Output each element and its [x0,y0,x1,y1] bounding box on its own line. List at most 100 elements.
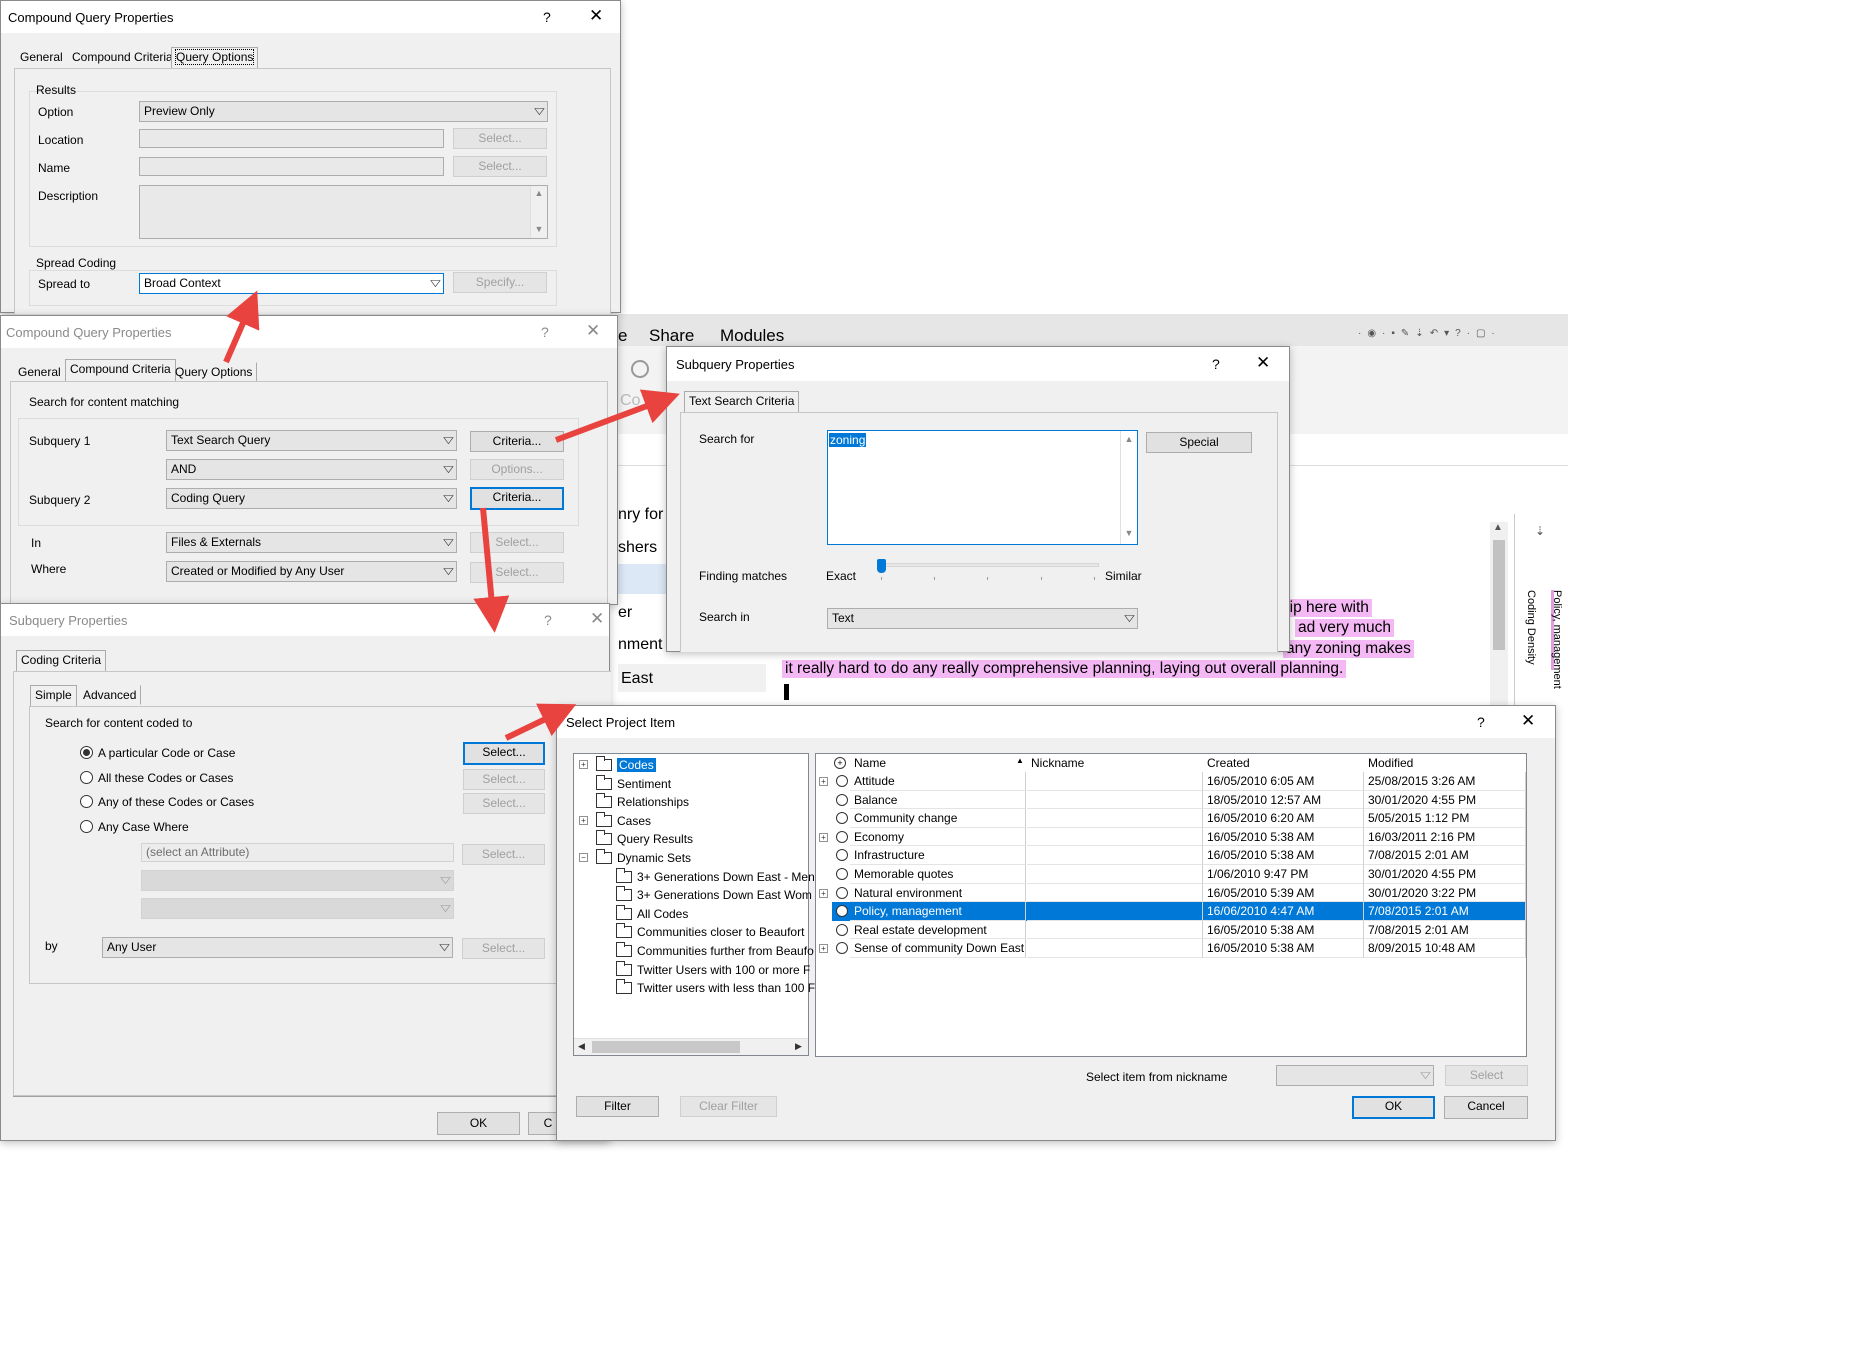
table-row[interactable]: Natural environment 16/05/2010 5:39 AM 30/… [832,883,1526,903]
items-grid[interactable]: + Name ▲ Nickname Created Modified + Atti… [815,753,1527,1057]
subtab-simple[interactable]: Simple [30,685,77,707]
attribute-operator-select[interactable]: ▽ [141,870,454,891]
tree-node[interactable]: All Codes [616,904,688,923]
close-icon[interactable]: ✕ [1521,711,1535,731]
tree-node[interactable]: Twitter Users with 100 or more F [616,960,810,979]
location-select-button[interactable]: Select... [453,128,547,149]
special-button[interactable]: Special [1146,432,1252,453]
close-icon[interactable]: ✕ [586,321,600,341]
tree-node[interactable]: Twitter users with less than 100 F [616,979,815,997]
ribbon-quick-icons[interactable]: ·◉·▪✎⇣↶▾?·▢· [1358,328,1501,339]
column-nickname[interactable]: Nickname [1027,754,1202,772]
search-in-select[interactable]: Text ▽ [827,608,1138,629]
tree-node[interactable]: Cases [596,811,651,830]
tree-node[interactable]: Sentiment [596,774,671,793]
nav-item[interactable]: shers [618,539,657,557]
nickname-select[interactable]: ▽ [1276,1065,1434,1086]
scroll-right-icon[interactable]: ▶ [795,1041,802,1052]
table-row[interactable]: Memorable quotes 1/06/2010 9:47 PM 30/01/2… [832,865,1526,884]
column-created[interactable]: Created [1203,754,1363,772]
nav-item[interactable]: nment [618,636,662,654]
scroll-thumb[interactable] [592,1041,740,1053]
table-row[interactable]: Economy 16/05/2010 5:38 AM 16/03/2011 2:16… [832,827,1526,847]
tab-general[interactable]: General [13,362,66,382]
ribbon-circle-icon[interactable] [631,360,649,378]
select-all-icon[interactable]: + [834,757,846,769]
table-row[interactable]: Attitude 16/05/2010 6:05 AM 25/08/2015 3:2… [832,772,1526,791]
help-icon[interactable]: ? [1212,356,1220,372]
where-select-button[interactable]: Select... [470,562,564,583]
row-select-radio[interactable] [836,793,848,806]
menu-item-fragment[interactable]: e [618,326,627,346]
table-row[interactable]: Infrastructure 16/05/2010 5:38 AM 7/08/201… [832,846,1526,865]
row-select-radio[interactable] [836,942,848,955]
help-icon[interactable]: ? [541,324,549,340]
codes-tab-fragment[interactable]: Co [620,392,640,410]
tree-node[interactable]: 3+ Generations Down East - Men [616,867,815,886]
folder-tree[interactable]: + Codes Sentiment Relationships + Cases Query … [573,753,815,1056]
description-field[interactable]: ▲ ▼ [139,185,548,239]
tab-general[interactable]: General [15,47,68,67]
close-icon[interactable]: ✕ [1256,353,1270,373]
collapse-icon[interactable]: − [579,853,588,862]
nav-item[interactable]: East [621,670,653,688]
menu-share[interactable]: Share [649,326,694,346]
ok-button[interactable]: OK [1352,1096,1435,1119]
clear-filter-button[interactable]: Clear Filter [680,1096,777,1117]
row-select-radio[interactable] [836,905,848,918]
search-for-field[interactable]: zoning ▲ ▼ [827,430,1138,545]
nav-item[interactable]: er [618,604,632,622]
tab-query-options[interactable]: Query Options [170,362,258,382]
tree-node[interactable]: Communities further from Beaufo [616,942,814,960]
row-select-radio[interactable] [836,923,848,936]
nickname-select-button[interactable]: Select [1445,1065,1528,1086]
ok-button[interactable]: OK [437,1112,520,1135]
name-select-button[interactable]: Select... [453,156,547,177]
subquery2-select[interactable]: Coding Query ▽ [166,488,457,509]
table-row[interactable]: Real estate development 16/05/2010 5:38 A… [832,920,1526,940]
tab-compound-criteria[interactable]: Compound Criteria [67,47,178,67]
row-select-radio[interactable] [836,849,848,862]
scroll-left-icon[interactable]: ◀ [578,1041,585,1052]
table-row[interactable]: Community change 16/05/2010 6:20 AM 5/05/2… [832,809,1526,828]
row-select-radio[interactable] [836,812,848,825]
tree-node[interactable]: Communities closer to Beaufort [616,923,804,941]
expand-icon[interactable]: + [579,760,588,769]
column-modified[interactable]: Modified [1364,754,1524,772]
filter-button[interactable]: Filter [576,1096,659,1117]
close-icon[interactable]: ✕ [589,6,603,26]
by-select[interactable]: Any User ▽ [102,937,453,958]
description-scrollbar[interactable]: ▲ ▼ [530,186,547,238]
expand-icon[interactable]: + [819,944,828,954]
table-row[interactable]: Balance 18/05/2010 12:57 AM 30/01/2020 4:5… [832,790,1526,810]
specify-button[interactable]: Specify... [453,272,547,293]
row-select-radio[interactable] [836,868,848,880]
all-select-button[interactable]: Select... [463,769,545,790]
expand-icon[interactable]: + [579,815,588,825]
expand-icon[interactable]: + [819,888,828,898]
spread-to-select[interactable]: Broad Context ▽ [139,273,444,294]
tree-node[interactable]: Query Results [596,830,693,848]
table-row[interactable]: Sense of community Down East 16/05/2010 5… [832,939,1526,958]
options-button[interactable]: Options... [470,459,564,480]
in-select[interactable]: Files & Externals ▽ [166,532,457,553]
radio-all-codes[interactable] [80,771,93,784]
scroll-down-icon[interactable]: ▼ [531,224,547,234]
operator-select[interactable]: AND ▽ [166,459,457,480]
nav-item-selected[interactable] [618,564,666,594]
attribute-select-button[interactable]: Select... [462,844,545,865]
attribute-field[interactable]: (select an Attribute) [141,843,454,862]
location-field[interactable] [139,129,444,148]
table-row[interactable]: Policy, management 16/06/2010 4:47 AM 7/08… [832,902,1526,921]
finding-matches-slider[interactable] [877,559,1101,583]
radio-particular-code[interactable] [80,746,93,759]
name-field[interactable] [139,157,444,176]
in-select-button[interactable]: Select... [470,532,564,553]
pin-icon[interactable]: ⇣ [1535,524,1545,538]
subquery1-criteria-button[interactable]: Criteria... [470,431,564,452]
nav-item[interactable]: nry for [618,506,663,524]
option-select[interactable]: Preview Only ▽ [139,101,548,122]
scroll-up-icon[interactable]: ▲ [1493,522,1503,533]
radio-any-codes[interactable] [80,795,93,808]
tree-node[interactable]: Dynamic Sets [596,849,691,867]
